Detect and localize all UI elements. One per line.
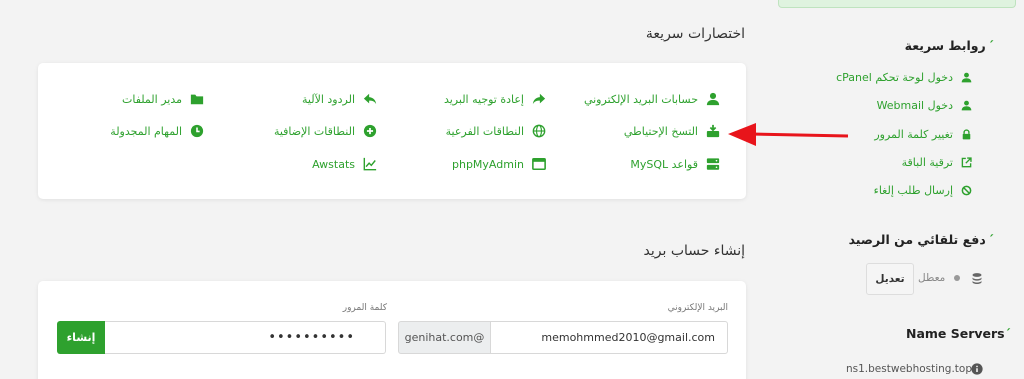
quick-links-title: روابط سريعة [905,38,994,53]
quick-link-cancel-request[interactable]: إرسال طلب إلغاء [874,184,972,197]
domain-suffix: genihat.com@ [398,321,491,354]
red-arrow-annotation [728,123,849,146]
create-button[interactable]: إنشاء [57,321,105,354]
backup-icon [706,124,720,138]
shortcut-phpmyadmin[interactable]: phpMyAdmin [452,157,546,171]
password-field[interactable]: •••••••••• [104,321,386,354]
ban-icon [961,185,972,196]
status-dot [954,275,960,281]
name-servers-title: Name Servers´ [906,326,1011,341]
external-link-icon [961,157,972,168]
shortcut-file-manager[interactable]: مدير الملفات [122,92,204,106]
password-label: كلمة المرور [342,303,387,313]
window-icon [532,157,546,171]
lock-icon [962,129,971,140]
shortcut-backup[interactable]: التسخ الإحتياطي [624,124,720,138]
shortcut-email-forwarding[interactable]: إعادة توجيه البريد [444,92,546,106]
quick-link-webmail[interactable]: دخول Webmail [877,99,972,112]
shortcut-subdomains[interactable]: النطاقات الفرعية [446,124,546,138]
database-icon [706,158,720,170]
auto-pay-status: معطل [918,272,946,284]
shortcut-autoresponders[interactable]: الردود الآلية [302,92,377,106]
info-icon [971,363,983,375]
share-arrow-icon [532,93,546,105]
quick-link-cpanel[interactable]: دخول لوحة تحكم cPanel [836,71,972,84]
folder-icon [190,94,204,105]
globe-icon [532,124,546,138]
quick-link-upgrade[interactable]: ترقية الباقة [902,156,972,169]
reply-icon [363,93,377,105]
shortcut-addon-domains[interactable]: النطاقات الإضافية [274,124,377,138]
user-icon [961,72,972,83]
quick-link-change-password[interactable]: تغيير كلمة المرور [874,128,972,141]
user-icon [706,92,720,106]
chart-line-icon [363,157,377,171]
auto-pay-edit-button[interactable]: تعديل [866,263,914,295]
shortcut-email-accounts[interactable]: حسابات البريد الإلكتروني [584,92,720,106]
shortcut-cron-jobs[interactable]: المهام المجدولة [110,124,204,138]
clock-icon [190,124,204,138]
user-icon [961,100,972,111]
plus-circle-icon [363,124,377,138]
coins-icon [972,273,982,284]
shortcut-awstats[interactable]: Awstats [312,157,377,171]
auto-pay-title: دفع تلقائي من الرصيد [849,232,994,247]
notice-strip [778,0,1016,8]
create-email-title: إنشاء حساب بريد [643,243,745,259]
shortcut-mysql[interactable]: قواعد MySQL [630,157,720,171]
email-field[interactable]: memohmmed2010@gmail.com [490,321,728,354]
email-label: البريد الإلكتروني [667,303,728,313]
shortcuts-title: اختصارات سريعة [645,26,745,42]
name-server-item: ns1.bestwebhosting.top [846,363,973,375]
